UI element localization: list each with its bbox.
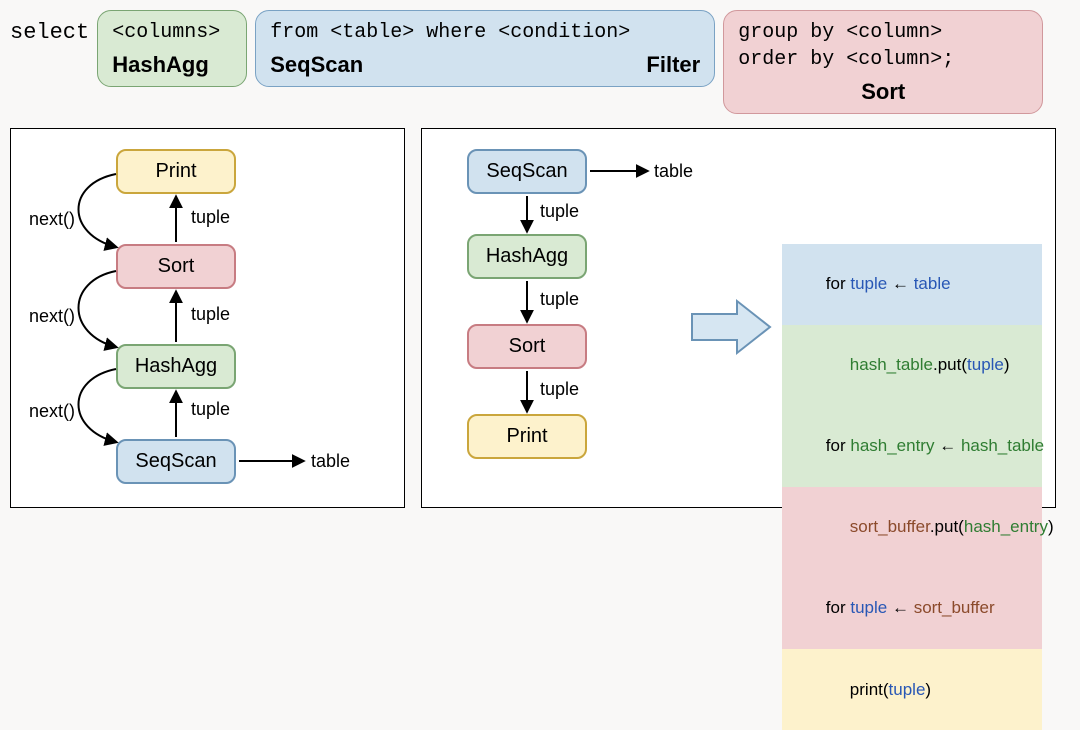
code-line-5: for tuple ← sort_buffer xyxy=(782,568,1042,649)
code-line-4: sort_buffer.put(hash_entry) xyxy=(782,487,1042,568)
node-hashagg: HashAgg xyxy=(116,344,236,389)
sql-select-keyword: select xyxy=(10,10,89,45)
label-tuple-3: tuple xyxy=(191,399,230,420)
panel-codegen-model: SeqScan HashAgg Sort Print tuple tuple t… xyxy=(421,128,1056,508)
code-line-2: hash_table.put(tuple) xyxy=(782,325,1042,406)
operator-label-seqscan: SeqScan xyxy=(270,52,363,78)
sql-breakdown-row: select <columns> HashAgg from <table> wh… xyxy=(10,10,1070,114)
code-line-3: for hash_entry ← hash_table xyxy=(782,406,1042,487)
label-tuple-r3: tuple xyxy=(540,379,579,400)
sql-group-by: group by <column> xyxy=(738,19,1028,46)
node-print: Print xyxy=(116,149,236,194)
sql-order-by: order by <column>; xyxy=(738,46,1028,73)
code-line-6: print(tuple) xyxy=(782,649,1042,730)
sql-box-seqscan-filter: from <table> where <condition> SeqScan F… xyxy=(255,10,715,87)
node-seqscan-r: SeqScan xyxy=(467,149,587,194)
label-table: table xyxy=(311,451,350,472)
label-next-1: next() xyxy=(29,209,75,230)
node-print-r: Print xyxy=(467,414,587,459)
node-sort-r: Sort xyxy=(467,324,587,369)
generated-code-block: for tuple ← table hash_table.put(tuple) … xyxy=(782,244,1042,730)
panel-iterator-model: Print Sort HashAgg SeqScan next() next()… xyxy=(10,128,405,508)
label-tuple-1: tuple xyxy=(191,207,230,228)
node-seqscan: SeqScan xyxy=(116,439,236,484)
label-tuple-r1: tuple xyxy=(540,201,579,222)
operator-label-hashagg: HashAgg xyxy=(112,52,209,78)
sql-columns-placeholder: <columns> xyxy=(112,19,232,46)
diagram-panels: Print Sort HashAgg SeqScan next() next()… xyxy=(10,128,1070,508)
label-next-3: next() xyxy=(29,401,75,422)
node-sort: Sort xyxy=(116,244,236,289)
operator-label-filter: Filter xyxy=(646,52,700,78)
sql-box-hashagg: <columns> HashAgg xyxy=(97,10,247,87)
label-next-2: next() xyxy=(29,306,75,327)
label-tuple-r2: tuple xyxy=(540,289,579,310)
node-hashagg-r: HashAgg xyxy=(467,234,587,279)
label-table-r: table xyxy=(654,161,693,182)
sql-box-sort: group by <column> order by <column>; Sor… xyxy=(723,10,1043,114)
operator-label-sort: Sort xyxy=(861,79,905,105)
code-line-1: for tuple ← table xyxy=(782,244,1042,325)
sql-from-where: from <table> where <condition> xyxy=(270,19,700,46)
label-tuple-2: tuple xyxy=(191,304,230,325)
code-arrow-icon xyxy=(692,301,770,353)
